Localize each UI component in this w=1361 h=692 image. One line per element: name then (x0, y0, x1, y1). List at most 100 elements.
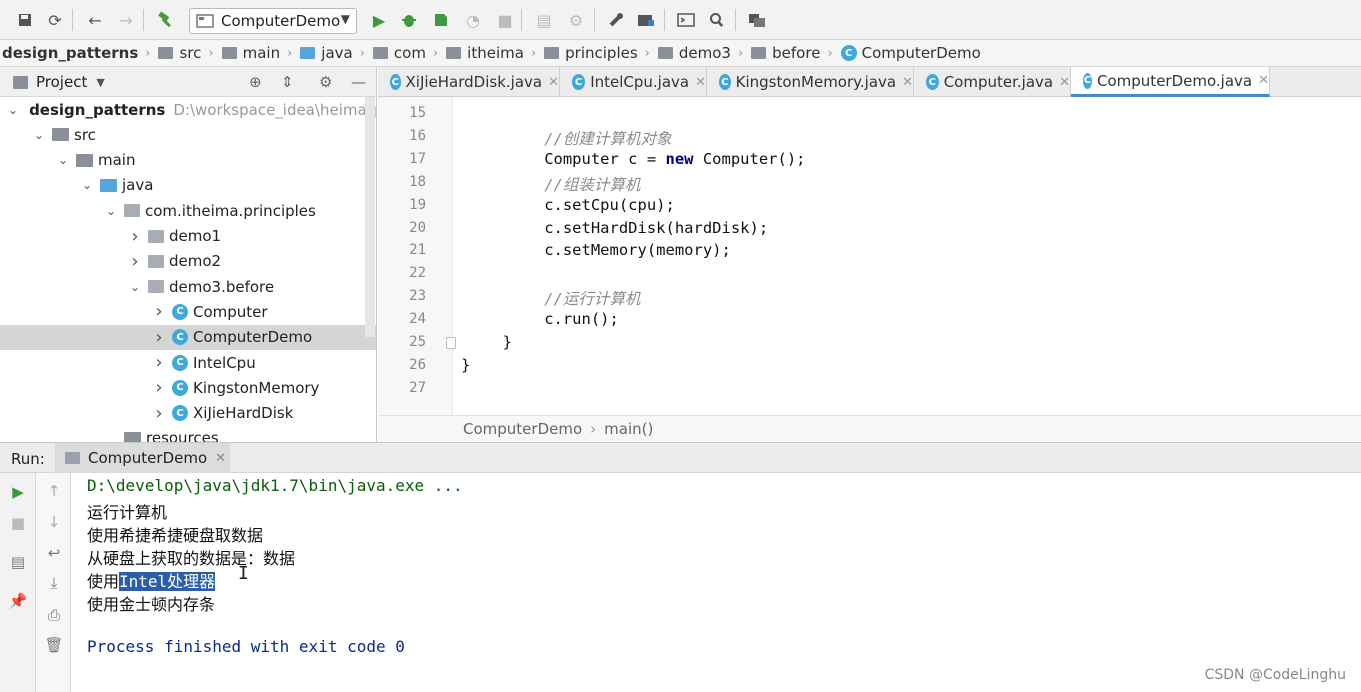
scroll-down-icon[interactable]: ↓ (44, 512, 64, 532)
layout-icon[interactable]: ▤ (8, 552, 28, 572)
tree-item[interactable]: ⌄ main (0, 148, 376, 173)
editor-breadcrumb-method[interactable]: main() (604, 420, 653, 438)
sdk-icon[interactable]: ▤ (533, 8, 555, 32)
collapse-all-icon[interactable]: ⇕ (281, 73, 294, 91)
breadcrumb-item[interactable]: main › (214, 44, 292, 62)
run-toolbar: ▶ ■ ▤ 📌 (0, 473, 36, 692)
forward-icon[interactable]: → (115, 8, 137, 32)
run-configuration-select[interactable]: ComputerDemo ▼ (189, 8, 357, 34)
scroll-up-icon[interactable]: ↑ (44, 481, 64, 501)
trash-icon[interactable]: 🗑 (44, 635, 64, 655)
hide-icon[interactable]: — (351, 73, 366, 91)
close-icon[interactable]: ✕ (695, 75, 706, 90)
run-console[interactable]: D:\develop\java\jdk1.7\bin\java.exe ... … (71, 473, 1361, 692)
breadcrumb-item[interactable]: before › (743, 44, 833, 62)
breadcrumb-item[interactable]: demo3 › (650, 44, 743, 62)
tree-item-label: KingstonMemory (193, 378, 320, 397)
chevron-down-icon[interactable]: ⌄ (104, 204, 118, 218)
profile-icon[interactable]: ◔ (462, 8, 484, 32)
tree-item[interactable]: ⌄ java (0, 173, 376, 198)
breadcrumb-item[interactable]: design_patterns › (2, 44, 150, 62)
structure-icon[interactable]: ⚙ (565, 8, 587, 32)
print-icon[interactable]: ⎙ (44, 605, 64, 625)
breadcrumb-item[interactable]: src › (150, 44, 214, 62)
fold-marker-icon[interactable] (446, 337, 456, 349)
run-tab-computerdemo[interactable]: ComputerDemo ✕ (55, 443, 230, 473)
project-view-selector[interactable]: Project ▼ (13, 73, 105, 91)
tree-item[interactable]: ⌄ design_patterns D:\workspace_idea\heima_… (0, 97, 376, 122)
tree-item[interactable]: › demo2 (0, 249, 376, 274)
pin-icon[interactable]: 📌 (8, 591, 28, 611)
chevron-right-icon[interactable]: › (128, 226, 142, 247)
tree-item[interactable]: resources (0, 426, 376, 442)
chevron-down-icon[interactable]: ⌄ (128, 280, 142, 294)
chevron-right-icon[interactable]: › (152, 301, 166, 322)
chevron-down-icon[interactable]: ⌄ (80, 178, 94, 192)
code-editor[interactable]: 15 16 //创建计算机对象 17 Computer c = new Computer… (378, 97, 1361, 415)
close-icon[interactable]: ✕ (548, 75, 559, 90)
breadcrumb-item[interactable]: C ComputerDemo (833, 44, 981, 62)
run-label: Run: (11, 450, 45, 468)
tree-item[interactable]: › demo1 (0, 224, 376, 249)
folder-icon (76, 153, 93, 167)
close-icon[interactable]: ✕ (1059, 75, 1070, 90)
close-icon[interactable]: ✕ (215, 451, 226, 466)
tree-item[interactable]: › C XiJieHardDisk (0, 401, 376, 426)
chevron-right-icon[interactable]: › (152, 403, 166, 424)
chevron-down-icon[interactable]: ⌄ (32, 128, 46, 142)
chevron-right-icon[interactable]: › (152, 377, 166, 398)
tree-item[interactable]: › C Computer (0, 299, 376, 324)
save-icon[interactable] (14, 8, 36, 32)
watermark: CSDN @CodeLinghu (1204, 667, 1346, 683)
close-icon[interactable]: ✕ (1258, 73, 1269, 88)
breadcrumb-item[interactable]: principles › (536, 44, 650, 62)
tab-intelcpu[interactable]: C IntelCpu.java ✕ (560, 67, 707, 97)
back-icon[interactable]: ← (84, 8, 106, 32)
breadcrumb-item[interactable]: com › (365, 44, 438, 62)
selected-text: Intel处理器 (119, 572, 216, 591)
console-line: 从硬盘上获取的数据是：数据 (87, 549, 296, 568)
run-icon[interactable]: ▶ (368, 8, 390, 32)
tab-computerdemo[interactable]: C ComputerDemo.java ✕ (1071, 67, 1270, 97)
sync-icon[interactable]: ⟳ (44, 8, 66, 32)
rerun-icon[interactable]: ▶ (8, 482, 28, 502)
chevron-right-icon[interactable]: › (128, 251, 142, 272)
coverage-icon[interactable] (430, 8, 452, 32)
chevron-right-icon[interactable]: › (152, 352, 166, 373)
code-line: Computer c = new Computer(); (544, 149, 806, 168)
soft-wrap-icon[interactable]: ↩ (44, 543, 64, 563)
debug-icon[interactable] (398, 8, 420, 32)
breadcrumb-label: main (242, 44, 281, 62)
gear-icon[interactable]: ⚙ (319, 73, 332, 91)
scroll-to-end-icon[interactable]: ⤓ (44, 573, 64, 593)
breadcrumb-item[interactable]: itheima › (438, 44, 536, 62)
chevron-down-icon[interactable]: ⌄ (8, 103, 18, 117)
tree-item-label: design_patterns (29, 100, 166, 119)
stop-icon[interactable]: ■ (494, 8, 516, 32)
chevron-down-icon[interactable]: ⌄ (56, 153, 70, 167)
terminal-icon[interactable] (675, 8, 697, 32)
tree-item[interactable]: › C KingstonMemory (0, 375, 376, 400)
locate-icon[interactable]: ⊕ (249, 73, 262, 91)
build-hammer-icon[interactable] (155, 8, 177, 32)
tab-computer[interactable]: C Computer.java ✕ (914, 67, 1071, 97)
vcs-icon[interactable] (746, 8, 768, 32)
project-structure-icon[interactable] (635, 8, 657, 32)
console-line: D:\develop\java\jdk1.7\bin\java.exe ... (87, 476, 463, 495)
settings-wrench-icon[interactable] (605, 8, 627, 32)
search-icon[interactable] (706, 8, 728, 32)
tree-item[interactable]: › C ComputerDemo (0, 324, 376, 350)
tree-item[interactable]: ⌄ com.itheima.principles (0, 198, 376, 223)
editor-breadcrumb-class[interactable]: ComputerDemo (463, 420, 582, 438)
tree-item[interactable]: ⌄ src (0, 122, 376, 147)
tree-item-label: demo2 (169, 252, 222, 271)
stop-icon[interactable]: ■ (8, 513, 28, 533)
tab-kingstonmemory[interactable]: C KingstonMemory.java ✕ (707, 67, 914, 97)
tree-scrollbar[interactable] (365, 97, 375, 337)
breadcrumb-item[interactable]: java › (292, 44, 365, 62)
close-icon[interactable]: ✕ (902, 75, 913, 90)
chevron-right-icon[interactable]: › (152, 327, 166, 348)
tab-xijieharddisk[interactable]: C XiJieHardDisk.java ✕ (378, 67, 560, 97)
tree-item[interactable]: ⌄ demo3.before (0, 274, 376, 299)
tree-item[interactable]: › C IntelCpu (0, 350, 376, 375)
